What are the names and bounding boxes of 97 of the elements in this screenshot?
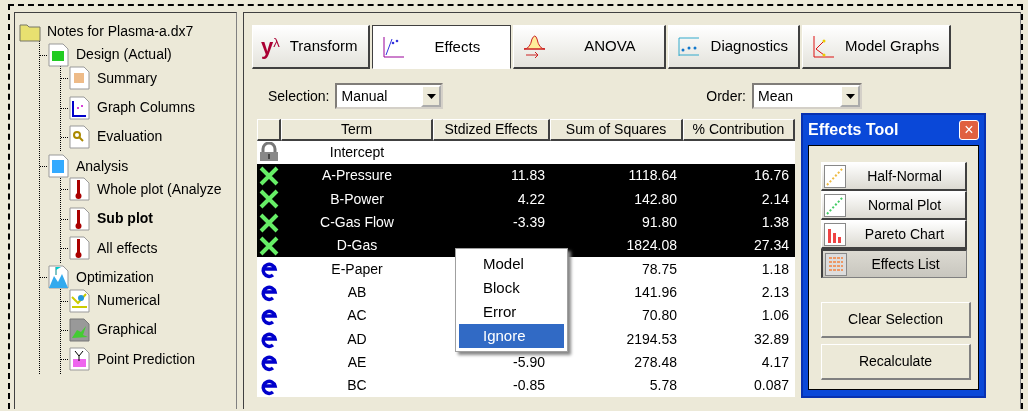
- menu-item[interactable]: Block: [459, 276, 564, 300]
- table-cell: 70.80: [641, 307, 677, 324]
- view-button[interactable]: Pareto Chart: [821, 220, 967, 249]
- dropdown-arrow-icon: [427, 93, 436, 99]
- table-cell: 32.89: [753, 330, 789, 347]
- selection-label: Selection:: [268, 86, 330, 106]
- tree-item[interactable]: Numerical: [97, 290, 160, 312]
- order-label: Order:: [706, 86, 746, 106]
- table-cell: 11.83: [511, 167, 545, 184]
- table-cell: 4.17: [761, 353, 789, 370]
- table-cell: E-Paper: [331, 260, 383, 277]
- magnifier-icon: [69, 124, 91, 149]
- table-cell: 91.80: [641, 214, 677, 231]
- scatter-plot-icon: [824, 193, 846, 217]
- tree-item[interactable]: Notes for Plasma-a.dx7: [47, 21, 194, 43]
- table-cell: 1824.08: [626, 237, 677, 254]
- distribution-icon: [522, 34, 547, 59]
- target-icon: [69, 288, 91, 313]
- list-icon: [825, 252, 847, 276]
- tab[interactable]: Diagnostics: [667, 25, 801, 69]
- table-cell: 16.76: [753, 167, 789, 184]
- table-cell: AE: [347, 353, 367, 370]
- table-cell: 1.06: [761, 307, 789, 324]
- plot-icon: [380, 35, 405, 59]
- view-button[interactable]: Half-Normal: [821, 162, 967, 191]
- tab[interactable]: ANOVA: [513, 25, 666, 69]
- table-cell: 141.96: [634, 283, 677, 300]
- action-button[interactable]: Clear Selection: [821, 302, 971, 338]
- tree-item[interactable]: Summary: [97, 67, 157, 89]
- table-cell: AB: [347, 283, 367, 300]
- table-cell: 2.13: [761, 283, 789, 300]
- prediction-icon: [69, 347, 91, 372]
- table-cell: BC: [347, 377, 367, 394]
- tab[interactable]: y$^{λ}$ Transform: [252, 25, 370, 69]
- table-cell: A-Pressure: [322, 167, 392, 184]
- window-title: Effects Tool: [808, 120, 899, 140]
- table-cell: 142.80: [634, 190, 677, 207]
- table-cell: 1.18: [761, 260, 789, 277]
- table-cell: D-Gas: [336, 237, 378, 254]
- table-cell: 2.14: [761, 190, 789, 207]
- table-icon: [69, 66, 91, 91]
- close-button[interactable]: ×: [959, 120, 979, 140]
- table-cell: 5.78: [649, 377, 677, 394]
- graph-icon: [811, 34, 836, 59]
- view-button[interactable]: Normal Plot: [821, 191, 967, 220]
- table-cell: 4.22: [517, 190, 545, 207]
- view-button[interactable]: Effects List: [821, 249, 967, 278]
- table-cell: 278.48: [634, 353, 677, 370]
- table-cell: B-Power: [330, 190, 384, 207]
- selection-dropdown[interactable]: Manual: [335, 83, 444, 109]
- tree-item[interactable]: Point Prediction: [97, 348, 196, 370]
- contour-icon: [69, 317, 91, 342]
- table-cell: 1.38: [761, 214, 789, 231]
- mountain-icon: [48, 265, 70, 290]
- tab[interactable]: Effects: [371, 25, 512, 69]
- table-cell: -0.85: [513, 377, 545, 394]
- action-button[interactable]: Recalculate: [821, 344, 971, 380]
- table-cell: AD: [347, 330, 367, 347]
- tree-item[interactable]: Whole plot (Analyze: [97, 178, 222, 200]
- tree-item[interactable]: Optimization: [76, 266, 154, 288]
- chart-icon: [69, 95, 91, 120]
- dropdown-arrow-icon: [845, 93, 855, 99]
- table-cell: AC: [347, 307, 367, 324]
- tree-item[interactable]: Design (Actual): [76, 44, 172, 66]
- column-header[interactable]: Stdized Effects: [433, 119, 550, 141]
- table-cell: 1118.64: [628, 167, 677, 184]
- tree-item[interactable]: Sub plot: [97, 208, 153, 230]
- table-cell: 27.34: [753, 237, 789, 254]
- tree-item[interactable]: Evaluation: [97, 126, 163, 148]
- table-cell: 2194.53: [626, 330, 677, 347]
- table-cell: Intercept: [329, 144, 385, 161]
- bar-chart-icon: [824, 222, 846, 246]
- table-cell: -5.90: [513, 353, 545, 370]
- order-dropdown[interactable]: Mean: [752, 83, 862, 109]
- menu-item[interactable]: Error: [459, 300, 564, 324]
- thermometer-icon: [69, 177, 91, 202]
- table-cell: -3.39: [513, 214, 545, 231]
- scatter-icon: [676, 34, 701, 59]
- table-cell: 0.087: [753, 377, 789, 394]
- tab[interactable]: Model Graphs: [802, 25, 952, 69]
- tree-item[interactable]: All effects: [97, 237, 158, 259]
- scatter-plot-icon: [824, 164, 846, 188]
- menu-item[interactable]: Ignore: [459, 324, 564, 348]
- table-cell: C-Gas Flow: [320, 214, 394, 231]
- column-header[interactable]: % Contribution: [683, 119, 795, 141]
- tree-item[interactable]: Graphical: [97, 319, 157, 341]
- thermometer-icon: [69, 206, 91, 231]
- column-header[interactable]: Sum of Squares: [550, 119, 683, 141]
- tree-item[interactable]: Analysis: [76, 155, 129, 177]
- thermometer-icon: [69, 236, 91, 260]
- menu-item[interactable]: Model: [459, 252, 564, 276]
- tree-item[interactable]: Graph Columns: [97, 97, 196, 119]
- column-header[interactable]: Term: [281, 119, 433, 141]
- calculator-icon: [48, 154, 70, 179]
- lambda-symbol: y$^{λ}$: [261, 35, 280, 58]
- spreadsheet-icon: [48, 42, 70, 67]
- table-cell: 78.75: [641, 260, 677, 277]
